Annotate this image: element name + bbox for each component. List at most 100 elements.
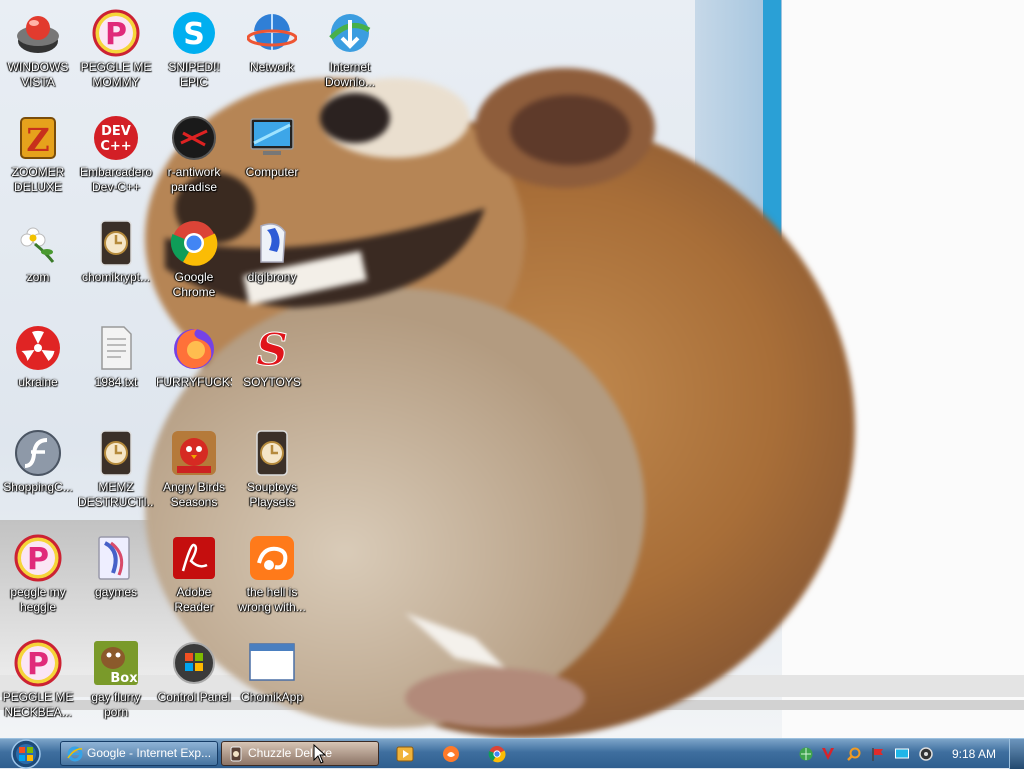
desktop-icon[interactable]: Ppeggle my heggle <box>0 529 76 625</box>
desktop-icon[interactable]: chomikrypt... <box>78 214 154 310</box>
radiation-icon <box>13 323 63 373</box>
taskbar-button-internet-explorer[interactable]: Google - Internet Exp... <box>60 741 218 766</box>
games-folder-icon <box>91 533 141 583</box>
media-player-icon[interactable] <box>396 745 414 763</box>
desktop-icon-label: MEMZ DESTRUCTI... <box>78 480 154 509</box>
text-file-icon <box>91 323 141 373</box>
desktop-icon-label: gay flurry porn <box>91 690 141 719</box>
v-shield-icon[interactable] <box>820 746 836 762</box>
desktop-icon-label: ShoppingC... <box>3 480 73 494</box>
peggle-icon: P <box>13 533 63 583</box>
uc-browser-icon[interactable] <box>442 745 460 763</box>
desktop-icon[interactable]: Angry Birds Seasons <box>156 424 232 520</box>
app-window-icon <box>247 638 297 688</box>
svg-text:P: P <box>27 542 49 577</box>
volume-icon[interactable] <box>918 746 934 762</box>
desktop-icon[interactable]: Google Chrome <box>156 214 232 310</box>
desktop-icon[interactable]: S SNIPED!! EPIC GAMER 360... <box>156 4 232 100</box>
desktop-icon-label: Control Panel <box>157 690 231 704</box>
desktop-icon[interactable]: the hell is wrong with... <box>234 529 310 625</box>
desktop-icon[interactable]: zom <box>0 214 76 310</box>
network-globe-icon[interactable] <box>798 746 814 762</box>
digibrony-icon <box>247 218 297 268</box>
svg-text:Z: Z <box>26 121 49 159</box>
desktop-icon[interactable]: Internet Downlo... <box>312 4 388 100</box>
desktop-icon-label: Embarcadero Dev-C++ <box>79 165 153 194</box>
mouse-cursor-icon <box>313 744 327 764</box>
chuzzle-icon <box>230 746 242 762</box>
display-icon[interactable] <box>894 746 910 762</box>
peggle-icon: P <box>91 8 141 58</box>
taskbar: Google - Internet Exp... Chuzzle Deluxe <box>0 738 1024 769</box>
clock-app-icon <box>91 218 141 268</box>
start-orb-icon[interactable] <box>6 739 44 769</box>
r-antiwork-icon <box>169 113 219 163</box>
desktop-icon[interactable]: P PEGGLE ME MOMMY <box>78 4 154 100</box>
desktop-icon-label: Angry Birds Seasons <box>162 480 226 509</box>
taskbar-clock[interactable]: 9:18 AM <box>952 739 996 769</box>
desktop-icon[interactable]: Computer <box>234 109 310 205</box>
desktop-icon[interactable]: Box gay flurry porn <box>78 634 154 730</box>
desktop-icon-label: chomikrypt... <box>81 270 150 284</box>
desktop-icon-label: 1984.txt <box>94 375 138 389</box>
desktop-icon[interactable]: P PEGGLE ME NECKBEA... <box>0 634 76 730</box>
dev-cpp-icon: DEV C++ <box>91 113 141 163</box>
desktop-icon[interactable]: WINDOWS VISTA <box>0 4 76 100</box>
taskbar-button-chuzzle[interactable]: Chuzzle Deluxe <box>221 741 379 766</box>
clock-app-icon <box>247 428 297 478</box>
desktop-icon[interactable]: MEMZ DESTRUCTI... <box>78 424 154 520</box>
search-tray-icon[interactable] <box>846 746 862 762</box>
control-panel-icon <box>169 638 219 688</box>
desktop-icon[interactable]: Z ZOOMER DELUXE <box>0 109 76 205</box>
desktop-icon[interactable]: gaymes <box>78 529 154 625</box>
desktop-icon-label: the hell is wrong with... <box>238 585 306 614</box>
flag-icon[interactable] <box>870 746 886 762</box>
chrome-icon[interactable] <box>488 745 506 763</box>
desktop-icon[interactable]: DEV C++ Embarcadero Dev-C++ <box>78 109 154 205</box>
desktop-icon-label: Computer <box>245 165 299 179</box>
svg-text:S: S <box>256 325 288 373</box>
flower-icon <box>13 218 63 268</box>
desktop-icon[interactable]: 1984.txt <box>78 319 154 415</box>
peggle-icon: P <box>13 638 63 688</box>
taskbar-button-label: Google - Internet Exp... <box>87 746 212 760</box>
desktop-icon[interactable]: Network <box>234 4 310 100</box>
internet-download-manager-icon <box>325 8 375 58</box>
windows-vista-icon <box>13 8 63 58</box>
desktop-icon-label: gaymes <box>94 585 138 599</box>
desktop-icon[interactable]: ShoppingC... <box>0 424 76 520</box>
angry-birds-icon <box>169 428 219 478</box>
desktop-icon-label: SOYTOYS <box>243 375 301 389</box>
desktop-icon[interactable]: digibrony <box>234 214 310 310</box>
svg-text:DEV: DEV <box>101 124 131 139</box>
svg-text:P: P <box>105 17 127 52</box>
flash-icon <box>13 428 63 478</box>
internet-explorer-icon <box>67 746 83 762</box>
desktop-icon-label: WINDOWS VISTA <box>7 60 69 89</box>
desktop-icon-label: zom <box>26 270 50 284</box>
firefox-icon <box>169 323 219 373</box>
show-desktop-button[interactable] <box>1009 739 1024 769</box>
desktop-icon-label: SNIPED!! EPIC GAMER 360... <box>168 60 220 89</box>
svg-text:P: P <box>27 647 49 682</box>
clock-app-icon <box>91 428 141 478</box>
desktop-icon-label: r-antiwork paradise <box>167 165 221 194</box>
desktop-icon[interactable]: S SOYTOYS <box>234 319 310 415</box>
desktop-icon[interactable]: r-antiwork paradise <box>156 109 232 205</box>
desktop-icon-label: Network <box>249 60 294 74</box>
desktop-icon[interactable]: ukraine <box>0 319 76 415</box>
desktop-icon[interactable]: Adobe Reader XI <box>156 529 232 625</box>
desktop-icon-label: ZOOMER DELUXE <box>11 165 65 194</box>
computer-icon <box>247 113 297 163</box>
desktop-icon-label: Adobe Reader XI <box>174 585 214 614</box>
desktop-icon-label: Internet Downlo... <box>324 60 376 89</box>
desktop-icon-label: peggle my heggle <box>10 585 66 614</box>
desktop-icon-area: WINDOWS VISTA P PEGGLE ME MOMMY S SNIPED!! E… <box>0 0 375 738</box>
skype-icon: S <box>169 8 219 58</box>
desktop-icon[interactable]: FURRYFUCKS <box>156 319 232 415</box>
desktop-icon[interactable]: ChomikApp <box>234 634 310 730</box>
desktop-icon[interactable]: Souptoys Playsets <box>234 424 310 520</box>
desktop-icon-label: Souptoys Playsets <box>246 480 298 509</box>
desktop-icon[interactable]: Control Panel <box>156 634 232 730</box>
desktop-icon-label: Google Chrome <box>172 270 216 299</box>
